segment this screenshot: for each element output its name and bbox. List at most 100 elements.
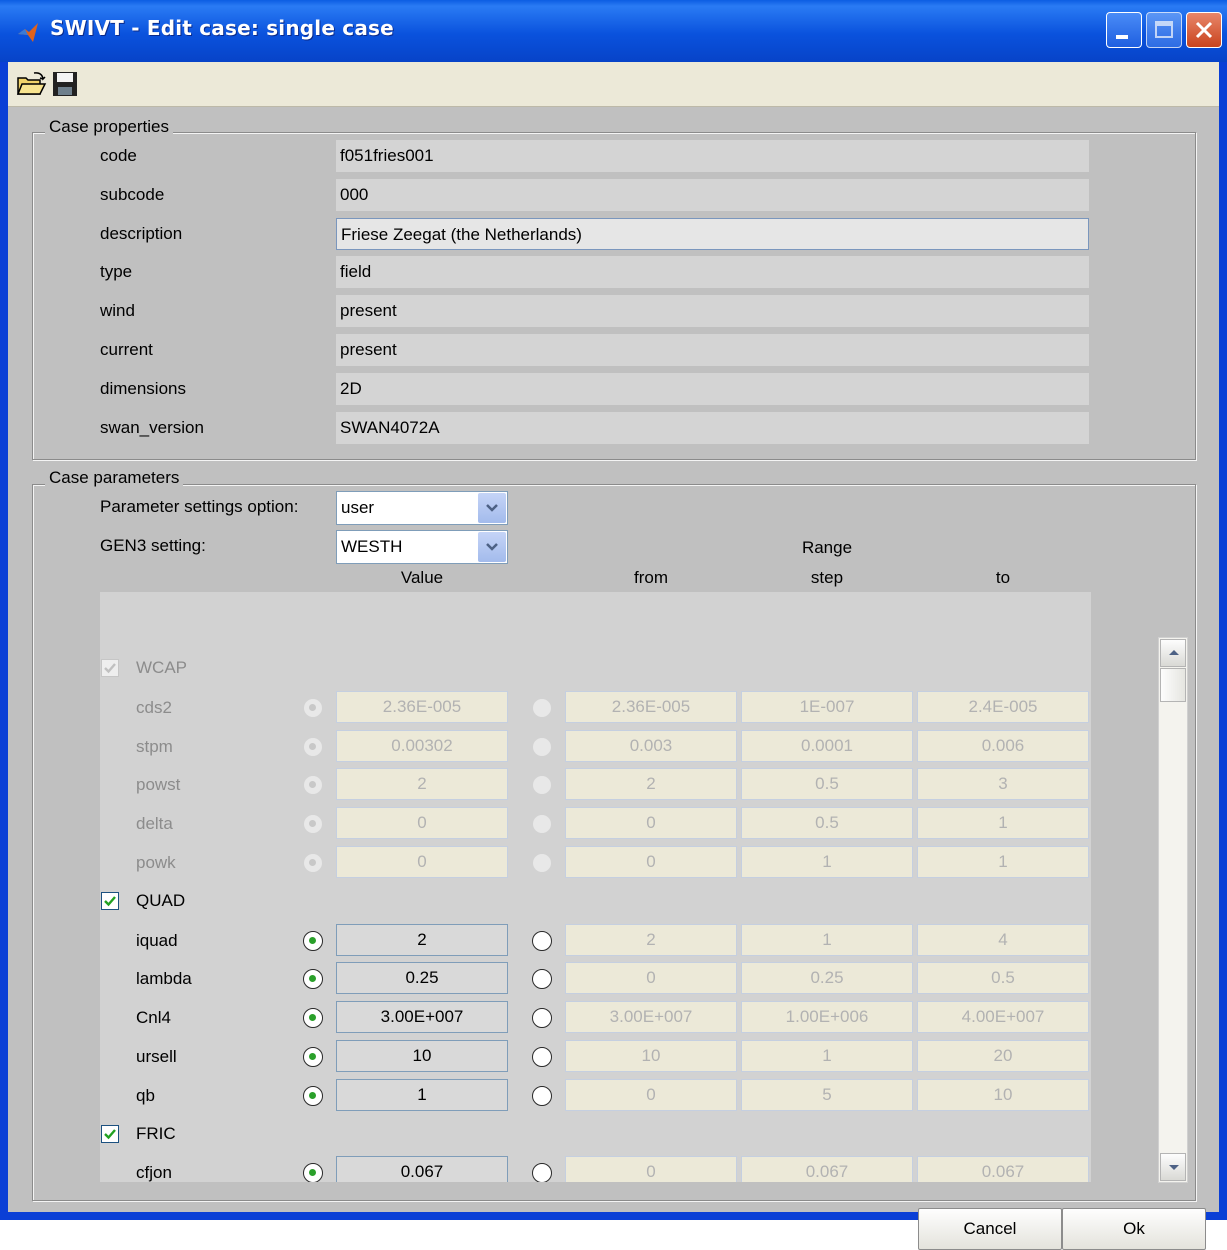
range-step-input: 0.25: [741, 962, 913, 994]
property-label: current: [100, 340, 153, 359]
ok-button[interactable]: Ok: [1062, 1208, 1206, 1250]
client-area: Case properties code f051fries001 subcode 0…: [8, 62, 1219, 1250]
range-from-input: 0: [565, 962, 737, 994]
param-label: stpm: [136, 737, 173, 756]
param-label: powk: [136, 853, 176, 872]
range-from-input: 0: [565, 1156, 737, 1182]
property-label: type: [100, 262, 133, 281]
param-option-select[interactable]: user: [336, 491, 508, 525]
range-radio[interactable]: [532, 853, 552, 873]
checkbox-wcap[interactable]: [101, 659, 119, 677]
range-to-input: 1: [917, 807, 1089, 839]
range-step-input: 1.00E+006: [741, 1001, 913, 1033]
param-label: Cnl4: [136, 1008, 171, 1027]
minimize-icon: [1116, 35, 1128, 39]
range-to-input: 1: [917, 846, 1089, 878]
scroll-down-button[interactable]: [1160, 1153, 1186, 1181]
property-value: 2D: [336, 373, 1089, 405]
value-radio[interactable]: [303, 698, 323, 718]
section-label-quad: QUAD: [136, 891, 186, 910]
value-radio[interactable]: [303, 737, 323, 757]
property-value: f051fries001: [336, 140, 1089, 172]
range-step-input: 1: [741, 846, 913, 878]
description-input[interactable]: Friese Zeegat (the Netherlands): [336, 218, 1089, 250]
value-radio[interactable]: [303, 775, 323, 795]
property-label: code: [100, 146, 137, 165]
range-step-input: 0.5: [741, 768, 913, 800]
range-radio[interactable]: [532, 698, 552, 718]
value-radio[interactable]: [303, 853, 323, 873]
title-bar[interactable]: SWIVT - Edit case: single case: [0, 0, 1227, 62]
range-radio[interactable]: [532, 1163, 552, 1182]
scroll-up-button[interactable]: [1160, 639, 1186, 667]
param-label: qb: [136, 1086, 155, 1105]
checkbox-fric[interactable]: [101, 1125, 119, 1143]
value-input: 2.36E-005: [336, 691, 508, 723]
value-radio[interactable]: [303, 814, 323, 834]
value-input[interactable]: 10: [336, 1040, 508, 1072]
property-value: SWAN4072A: [336, 412, 1089, 444]
value-input: 0.00302: [336, 730, 508, 762]
range-radio[interactable]: [532, 1008, 552, 1028]
minimize-button[interactable]: [1106, 12, 1142, 48]
maximize-button[interactable]: [1146, 12, 1182, 48]
parameter-scrollbar[interactable]: [1158, 637, 1188, 1183]
range-step-input: 0.067: [741, 1156, 913, 1182]
value-input: 0: [336, 807, 508, 839]
scroll-thumb[interactable]: [1160, 668, 1186, 702]
range-step-input: 1E-007: [741, 691, 913, 723]
chevron-down-icon[interactable]: [478, 493, 506, 523]
range-from-input: 2: [565, 768, 737, 800]
value-header: Value: [400, 568, 444, 587]
property-value: present: [336, 295, 1089, 327]
value-input[interactable]: 3.00E+007: [336, 1001, 508, 1033]
save-button[interactable]: [48, 68, 82, 100]
value-radio[interactable]: [303, 931, 323, 951]
range-to-input: 4.00E+007: [917, 1001, 1089, 1033]
checkbox-quad[interactable]: [101, 892, 119, 910]
value-radio[interactable]: [303, 969, 323, 989]
value-input[interactable]: 1: [336, 1079, 508, 1111]
range-from-input: 3.00E+007: [565, 1001, 737, 1033]
range-to-input: 20: [917, 1040, 1089, 1072]
matlab-logo-icon: [18, 23, 38, 42]
range-from-input: 2: [565, 924, 737, 956]
section-label-fric: FRIC: [136, 1124, 176, 1143]
range-from-input: 10: [565, 1040, 737, 1072]
value-input[interactable]: 2: [336, 924, 508, 956]
param-option-value: user: [341, 498, 375, 517]
range-radio[interactable]: [532, 1086, 552, 1106]
range-radio[interactable]: [532, 931, 552, 951]
range-radio[interactable]: [532, 737, 552, 757]
value-input[interactable]: 0.25: [336, 962, 508, 994]
value-radio[interactable]: [303, 1047, 323, 1067]
param-label: delta: [136, 814, 173, 833]
range-to-input: 0.006: [917, 730, 1089, 762]
close-button[interactable]: [1186, 12, 1222, 48]
value-radio[interactable]: [303, 1086, 323, 1106]
property-label: dimensions: [100, 379, 186, 398]
param-label: iquad: [136, 931, 178, 950]
param-label: ursell: [136, 1047, 177, 1066]
property-label: description: [100, 224, 183, 243]
value-input[interactable]: 0.067: [336, 1156, 508, 1182]
param-label: lambda: [136, 969, 192, 988]
param-label: powst: [136, 775, 181, 794]
property-label: subcode: [100, 185, 165, 204]
parameter-list: WCAP cds2 2.36E-005 2.36E-005 1E-007 2.4E-005…: [100, 592, 1091, 1182]
range-step-input: 1: [741, 1040, 913, 1072]
range-radio[interactable]: [532, 969, 552, 989]
range-radio[interactable]: [532, 1047, 552, 1067]
open-button[interactable]: [14, 68, 48, 100]
gen3-select[interactable]: WESTH: [336, 530, 508, 564]
value-input: 2: [336, 768, 508, 800]
gen3-value: WESTH: [341, 537, 403, 556]
range-to-input: 0.067: [917, 1156, 1089, 1182]
chevron-down-icon[interactable]: [478, 532, 506, 562]
range-radio[interactable]: [532, 775, 552, 795]
value-radio[interactable]: [303, 1008, 323, 1028]
value-radio[interactable]: [303, 1163, 323, 1182]
range-radio[interactable]: [532, 814, 552, 834]
cancel-button[interactable]: Cancel: [918, 1208, 1062, 1250]
case-parameters-title: Case parameters: [45, 468, 184, 488]
